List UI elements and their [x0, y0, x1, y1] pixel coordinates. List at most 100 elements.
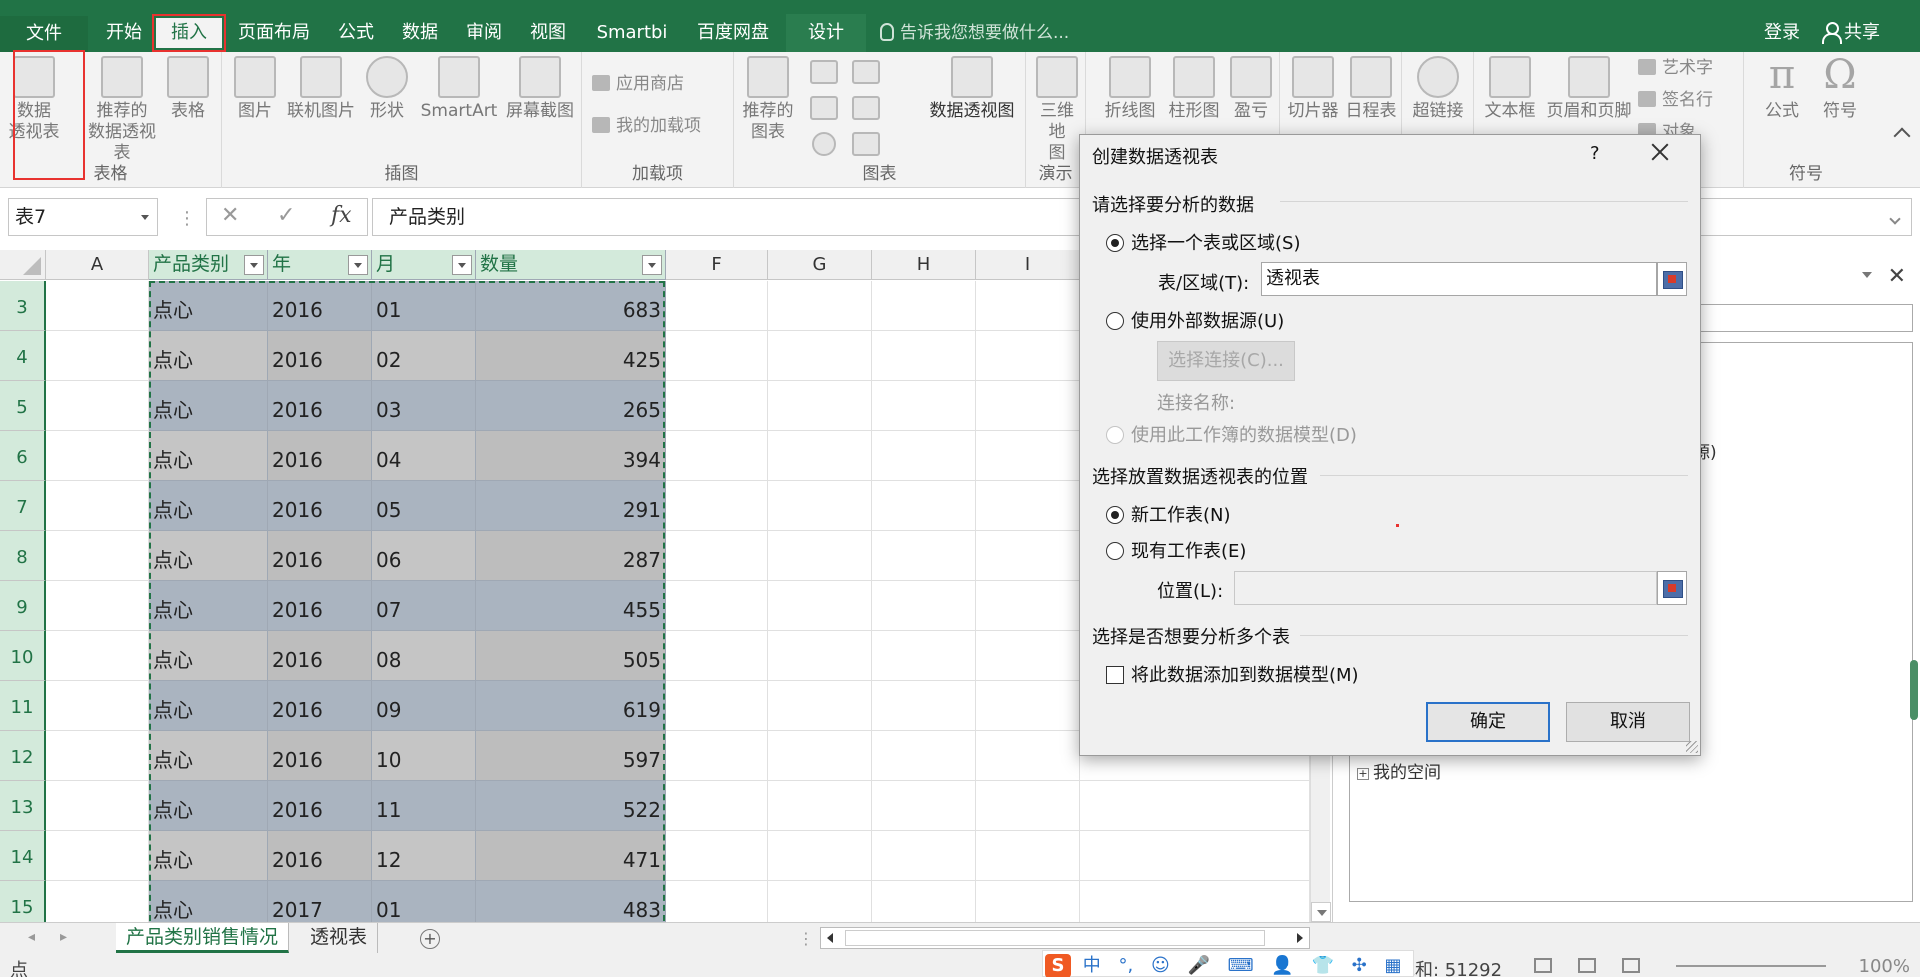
table-cell[interactable]: 06 [372, 531, 476, 581]
online-picture-button[interactable]: 联机图片 [284, 56, 358, 122]
cell[interactable] [46, 481, 149, 531]
tell-me-search[interactable]: 告诉我您想要做什么... [880, 18, 1069, 48]
cell[interactable] [872, 831, 976, 881]
filter-dropdown-icon[interactable] [642, 255, 662, 275]
ime-punct-icon[interactable]: °, [1118, 955, 1133, 976]
share-button[interactable]: 共享 [1822, 18, 1880, 48]
cell[interactable] [768, 581, 872, 631]
table-cell[interactable]: 2017 [268, 881, 372, 922]
location-selector-icon[interactable] [1657, 571, 1687, 605]
cell[interactable] [666, 531, 768, 581]
close-icon[interactable]: ✕ [1888, 264, 1906, 289]
table-cell[interactable]: 2016 [268, 531, 372, 581]
filter-dropdown-icon[interactable] [244, 255, 264, 275]
tab-design[interactable]: 设计 [786, 14, 866, 52]
hyperlink-button[interactable]: 超链接 [1408, 56, 1468, 122]
enter-icon[interactable]: ✓ [277, 203, 295, 228]
tab-page-layout[interactable]: 页面布局 [232, 18, 316, 48]
table-cell[interactable]: 619 [476, 681, 666, 731]
pivot-chart-button[interactable]: 数据透视图 [924, 56, 1020, 122]
cell[interactable] [666, 581, 768, 631]
cell[interactable] [768, 431, 872, 481]
location-input[interactable] [1234, 571, 1657, 605]
collapse-ribbon-icon[interactable] [1893, 127, 1911, 145]
row-header[interactable]: 11 [0, 681, 46, 731]
table-cell[interactable]: 2016 [268, 381, 372, 431]
cell[interactable] [768, 481, 872, 531]
table-cell[interactable]: 点心 [149, 781, 268, 831]
statistic-chart-button[interactable] [846, 96, 886, 123]
equation-button[interactable]: π 公式 [1754, 55, 1810, 122]
table-cell[interactable]: 2016 [268, 581, 372, 631]
cell[interactable] [976, 581, 1080, 631]
cell[interactable] [46, 881, 149, 922]
cell[interactable] [46, 431, 149, 481]
tab-review[interactable]: 审阅 [460, 18, 508, 48]
expand-formula-icon[interactable] [1889, 213, 1901, 225]
table-cell[interactable]: 291 [476, 481, 666, 531]
table-cell[interactable]: 2016 [268, 731, 372, 781]
table-cell[interactable]: 10 [372, 731, 476, 781]
row-header[interactable]: 12 [0, 731, 46, 781]
table-cell[interactable]: 01 [372, 281, 476, 331]
radio-new-sheet[interactable]: 新工作表(N) [1106, 501, 1231, 527]
row-header[interactable]: 7 [0, 481, 46, 531]
table-cell[interactable]: 2016 [268, 831, 372, 881]
user-icon[interactable]: 👤 [1271, 955, 1293, 976]
radio-table-range[interactable]: 选择一个表或区域(S) [1106, 229, 1300, 255]
table-cell[interactable]: 11 [372, 781, 476, 831]
cell[interactable] [46, 681, 149, 731]
sogou-logo-icon[interactable]: S [1045, 954, 1071, 977]
row-header[interactable]: 8 [0, 531, 46, 581]
table-cell[interactable]: 09 [372, 681, 476, 731]
table-cell[interactable]: 287 [476, 531, 666, 581]
cell[interactable] [872, 381, 976, 431]
cell[interactable] [976, 531, 1080, 581]
chevron-down-icon[interactable] [1862, 272, 1872, 278]
close-icon[interactable] [1647, 139, 1673, 165]
row-header[interactable]: 14 [0, 831, 46, 881]
scatter-chart-button[interactable] [846, 132, 886, 159]
cell[interactable] [872, 681, 976, 731]
cell[interactable] [666, 781, 768, 831]
row-header[interactable]: 4 [0, 331, 46, 381]
filter-dropdown-icon[interactable] [348, 255, 368, 275]
table-cell[interactable]: 点心 [149, 881, 268, 922]
cell[interactable] [46, 331, 149, 381]
textbox-button[interactable]: 文本框 [1480, 56, 1540, 122]
cell[interactable] [666, 381, 768, 431]
cell[interactable] [666, 631, 768, 681]
table-cell[interactable]: 点心 [149, 731, 268, 781]
tools-icon[interactable]: ✣ [1352, 955, 1367, 976]
table-cell[interactable]: 05 [372, 481, 476, 531]
cell[interactable] [768, 731, 872, 781]
table-cell[interactable]: 265 [476, 381, 666, 431]
task-pane-scroll-thumb[interactable] [1910, 660, 1918, 720]
cell[interactable] [768, 281, 872, 331]
formula-bar-resize-handle[interactable]: ⋮ [178, 208, 196, 229]
cell[interactable] [976, 481, 1080, 531]
table-cell[interactable]: 483 [476, 881, 666, 922]
wordart-button[interactable]: 艺术字 [1638, 56, 1713, 80]
cell[interactable] [46, 381, 149, 431]
cell[interactable] [666, 681, 768, 731]
cell[interactable] [976, 431, 1080, 481]
range-selector-icon[interactable] [1657, 262, 1687, 296]
cell[interactable] [976, 381, 1080, 431]
pie-chart-button[interactable] [804, 132, 844, 159]
line-chart-button[interactable] [804, 96, 844, 123]
cell[interactable] [976, 281, 1080, 331]
cell[interactable] [1080, 831, 1310, 881]
table-header-cell[interactable]: 产品类别 [149, 250, 268, 280]
table-cell[interactable]: 08 [372, 631, 476, 681]
cell[interactable] [976, 331, 1080, 381]
table-cell[interactable]: 点心 [149, 281, 268, 331]
sparkline-column-button[interactable]: 柱形图 [1164, 56, 1224, 122]
cell[interactable] [666, 481, 768, 531]
cell[interactable] [976, 681, 1080, 731]
cell[interactable] [872, 731, 976, 781]
table-cell[interactable]: 505 [476, 631, 666, 681]
cell[interactable] [1080, 781, 1310, 831]
cell[interactable] [666, 431, 768, 481]
cell[interactable] [46, 831, 149, 881]
